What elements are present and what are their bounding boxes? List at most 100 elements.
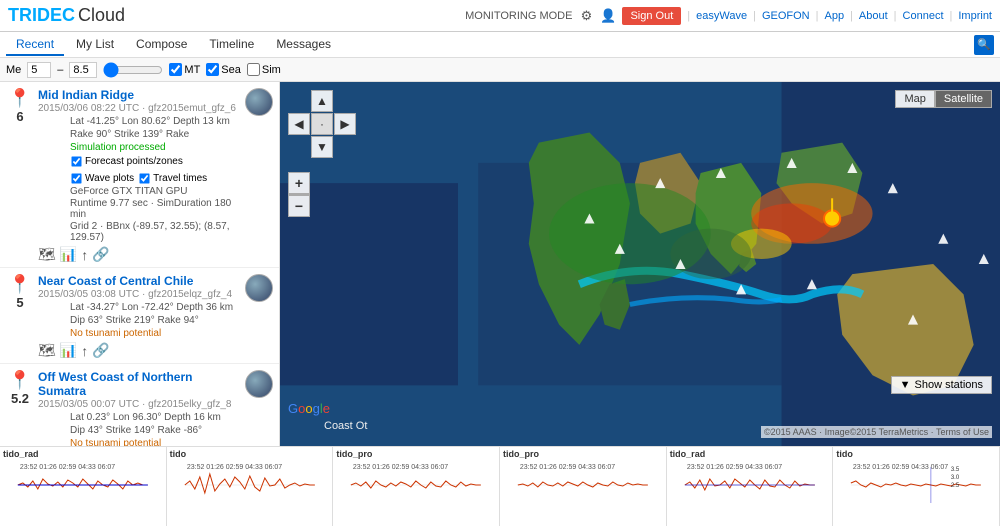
tab-recent[interactable]: Recent [6,34,64,56]
mag-label-1: 6 [6,109,34,124]
chart-svg-6: 23:52 01:26 02:59 04:33 06:07 3.5 3.0 2.… [836,459,996,511]
filter-label-me: Me [6,64,21,76]
filter-sea[interactable]: Sea [206,63,241,76]
svg-text:23:52 01:26 02:59 04:33 06: 23:52 01:26 02:59 04:33 06:07 [687,464,782,471]
check-forecast-1[interactable]: Forecast points/zones [70,155,183,168]
chart-title-5: tido_rad [670,449,830,459]
logo: TRIDEC Cloud [8,5,125,26]
check-travel-1[interactable]: Travel times [138,172,207,185]
about-link[interactable]: About [859,10,888,22]
pin-icon-2: 📍 [9,274,31,295]
action-arrow-2[interactable]: ↑ [81,343,88,359]
filter-sim[interactable]: Sim [247,63,281,76]
svg-text:23:52 01:26 02:59 04:33 06: 23:52 01:26 02:59 04:33 06:07 [187,464,282,471]
svg-text:23:52 01:26 02:59 04:33 06: 23:52 01:26 02:59 04:33 06:07 [353,464,448,471]
main-content: 📍 6 Mid Indian Ridge 2015/03/06 08:22 UT… [0,82,1000,446]
nav-center-btn[interactable]: · [311,113,333,135]
mag-label-3: 5.2 [6,391,34,406]
chart-svg-2: 23:52 01:26 02:59 04:33 06:07 [170,459,330,511]
tab-messages[interactable]: Messages [266,34,341,56]
svg-text:23:52 01:26 02:59 04:33 06: 23:52 01:26 02:59 04:33 06:07 [20,464,115,471]
action-chart-1[interactable]: 📊 [60,246,77,263]
app-link[interactable]: App [824,10,844,22]
imprint-link[interactable]: Imprint [958,10,992,22]
sign-out-button[interactable]: Sign Out [622,7,681,25]
mag-slider[interactable] [103,64,163,76]
gear-icon[interactable]: ⚙ [578,8,594,24]
tab-timeline[interactable]: Timeline [199,34,264,56]
sim-info-gpu-1: GeForce GTX TITAN GPU [70,186,237,197]
action-chart-2[interactable]: 📊 [60,342,77,359]
event-status-3: No tsunami potential [70,438,237,446]
pin-icon-3: 📍 [9,370,31,391]
user-icon[interactable]: 👤 [600,8,616,24]
filterbar: Me – MT Sea Sim [0,58,1000,82]
map-area[interactable]: ▲ ◀ · ▶ ▼ + − Map Satellite ▼ Show stati… [280,82,1000,446]
geofon-link[interactable]: GEOFON [762,10,810,22]
pin-icon-1: 📍 [9,88,31,109]
nav-left-btn[interactable]: ◀ [288,113,310,135]
map-navigation: ▲ ◀ · ▶ ▼ [288,90,356,158]
action-link-1[interactable]: 🔗 [92,246,109,263]
monitoring-label: MONITORING MODE [465,10,572,22]
event-title-3[interactable]: Off West Coast of Northern Sumatra [38,370,237,398]
check-wave-1[interactable]: Wave plots [70,172,134,185]
map-type-map-btn[interactable]: Map [895,90,934,108]
chart-2: tido 23:52 01:26 02:59 04:33 06:07 [167,447,334,526]
action-arrow-1[interactable]: ↑ [81,247,88,263]
chart-svg-5: 23:52 01:26 02:59 04:33 06:07 [670,459,830,511]
easywave-link[interactable]: easyWave [696,10,747,22]
show-stations-toggle[interactable]: ▼ Show stations [891,376,992,394]
bottom-charts: tido_rad 23:52 01:26 02:59 04:33 06:07 t… [0,446,1000,526]
chart-svg-1: 23:52 01:26 02:59 04:33 06:07 [3,459,163,511]
svg-text:23:52 01:26 02:59 04:33 06: 23:52 01:26 02:59 04:33 06:07 [853,464,948,471]
mag-label-2: 5 [6,295,34,310]
event-item-3: 📍 5.2 Off West Coast of Northern Sumatra… [0,364,279,446]
mag-max-input[interactable] [69,62,97,78]
nav-down-btn[interactable]: ▼ [311,136,333,158]
chart-5: tido_rad 23:52 01:26 02:59 04:33 06:07 [667,447,834,526]
action-map-1[interactable]: 🗺 [38,246,56,263]
chart-title-1: tido_rad [3,449,163,459]
action-link-2[interactable]: 🔗 [92,342,109,359]
google-logo: Google [288,401,330,416]
map-attribution: ©2015 AAAS · Image©2015 TerraMetrics · T… [761,426,992,438]
chart-1: tido_rad 23:52 01:26 02:59 04:33 06:07 [0,447,167,526]
chart-title-3: tido_pro [336,449,496,459]
event-datetime-1: 2015/03/06 08:22 UTC · gfz2015emut_gfz_6 [38,103,237,114]
filter-mt[interactable]: MT [169,63,200,76]
mag-min-input[interactable] [27,62,51,78]
event-title-1[interactable]: Mid Indian Ridge [38,88,237,102]
event-detail-dip-2: Dip 63° Strike 219° Rake 94° [70,315,237,326]
tab-mylist[interactable]: My List [66,34,124,56]
event-item-2: 📍 5 Near Coast of Central Chile 2015/03/… [0,268,279,364]
chart-3: tido_pro 23:52 01:26 02:59 04:33 06:07 [333,447,500,526]
zoom-in-btn[interactable]: + [288,172,310,194]
chart-6: tido 23:52 01:26 02:59 04:33 06:07 3.5 3… [833,447,1000,526]
svg-text:23:52 01:26 02:59 04:33 06: 23:52 01:26 02:59 04:33 06:07 [520,464,615,471]
nav-right-btn[interactable]: ▶ [334,113,356,135]
event-status-1: Simulation processed [70,142,237,153]
map-type-satellite-btn[interactable]: Satellite [935,90,992,108]
event-actions-1: 🗺 📊 ↑ 🔗 [38,246,273,263]
header-right: MONITORING MODE ⚙ 👤 Sign Out | easyWave … [465,7,992,25]
connect-link[interactable]: Connect [903,10,944,22]
chart-svg-4: 23:52 01:26 02:59 04:33 06:07 [503,459,663,511]
nav-up-btn[interactable]: ▲ [311,90,333,112]
action-map-2[interactable]: 🗺 [38,342,56,359]
event-title-2[interactable]: Near Coast of Central Chile [38,274,237,288]
event-detail-loc-1: Lat -41.25° Lon 80.62° Depth 13 km [70,116,237,127]
search-button[interactable]: 🔍 [974,35,994,55]
chart-title-6: tido [836,449,996,459]
globe-icon-1 [245,88,273,116]
zoom-out-btn[interactable]: − [288,195,310,217]
svg-text:3.0: 3.0 [951,475,960,481]
event-actions-2: 🗺 📊 ↑ 🔗 [38,342,273,359]
event-detail-loc-2: Lat -34.27° Lon -72.42° Depth 36 km [70,302,237,313]
logo-cloud: Cloud [78,5,125,26]
svg-text:3.5: 3.5 [951,467,960,473]
tab-compose[interactable]: Compose [126,34,197,56]
event-datetime-3: 2015/03/05 00:07 UTC · gfz2015elky_gfz_8 [38,399,237,410]
globe-icon-3 [245,370,273,398]
navbar: Recent My List Compose Timeline Messages… [0,32,1000,58]
